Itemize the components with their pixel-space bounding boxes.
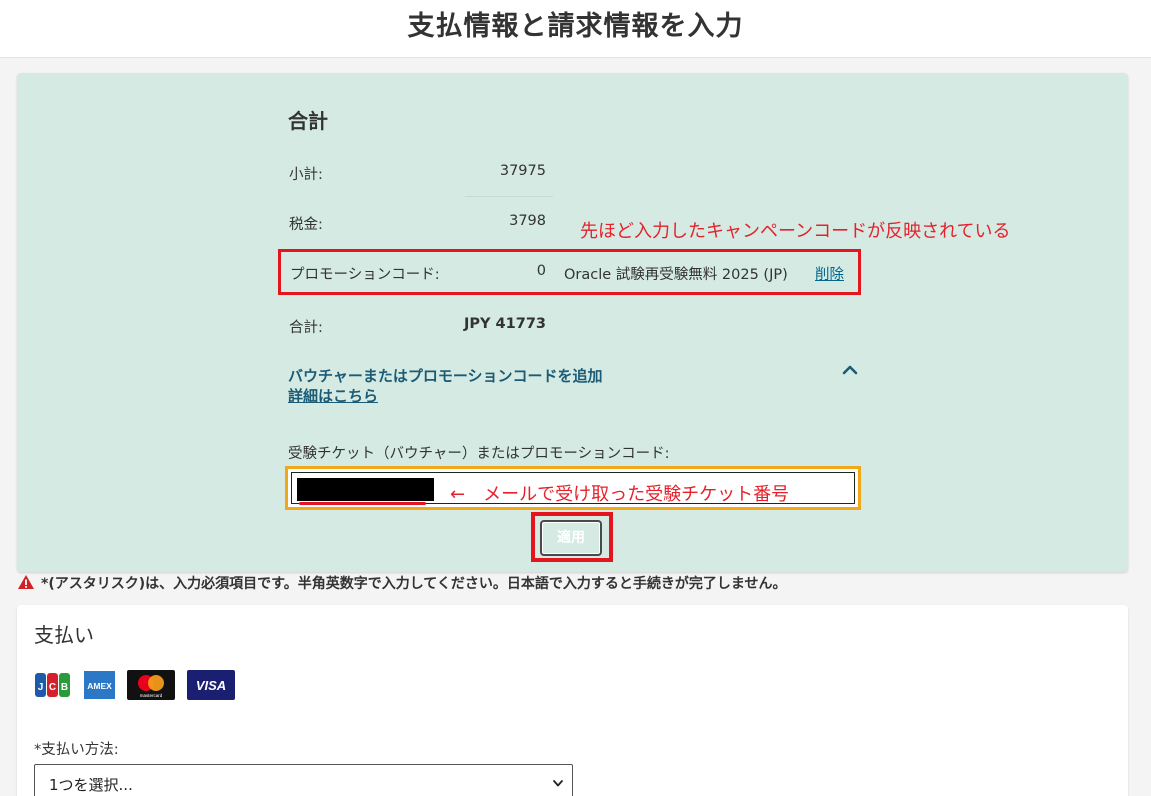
svg-text:J: J xyxy=(38,682,44,693)
tax-label: 税金: xyxy=(289,217,323,233)
page-title: 支払情報と請求情報を入力 xyxy=(407,11,744,42)
svg-text:VISA: VISA xyxy=(196,678,226,693)
required-notice-text: *(アスタリスク)は、入力必須項目です。半角英数字で入力してください。日本語で入… xyxy=(41,576,787,592)
redacted-code xyxy=(297,478,434,501)
code-annotation: ← メールで受け取った受験チケット番号 xyxy=(450,484,790,505)
payment-heading: 支払い xyxy=(34,623,94,647)
page-header: 支払情報と請求情報を入力 xyxy=(0,0,1151,58)
promo-remove-link[interactable]: 削除 xyxy=(815,263,844,284)
chevron-down-icon xyxy=(553,780,563,787)
subtotal-value: 37975 xyxy=(499,163,546,179)
divider xyxy=(465,196,553,197)
voucher-field-label: 受験チケット（バウチャー）またはプロモーションコード: xyxy=(288,446,670,462)
annotation-underline xyxy=(299,502,426,505)
subtotal-label: 小計: xyxy=(289,167,323,183)
svg-text:mastercard: mastercard xyxy=(140,693,163,698)
promo-value: 0 xyxy=(536,263,546,279)
promo-name: Oracle 試験再受験無料 2025 (JP) xyxy=(564,267,788,283)
apply-button[interactable]: 適用 xyxy=(540,520,602,556)
tax-value: 3798 xyxy=(509,213,546,229)
required-notice: *(アスタリスク)は、入力必須項目です。半角英数字で入力してください。日本語で入… xyxy=(17,573,786,593)
payment-panel: 支払い J C B AMEX mastercard VISA *支払い方法: 1… xyxy=(17,605,1128,796)
order-summary-panel: 合計 小計: 37975 税金: 3798 先ほど入力したキャンペーンコードが反… xyxy=(17,73,1128,572)
amex-card-icon: AMEX xyxy=(84,671,115,699)
payment-method-label: *支払い方法: xyxy=(34,742,119,758)
total-label: 合計: xyxy=(289,320,323,336)
voucher-code-input[interactable]: ← メールで受け取った受験チケット番号 xyxy=(291,472,855,505)
svg-text:C: C xyxy=(49,682,56,693)
warning-icon xyxy=(18,575,34,589)
total-value: JPY 41773 xyxy=(463,316,546,332)
voucher-details-link[interactable]: 詳細はこちら xyxy=(288,385,378,406)
mastercard-icon: mastercard xyxy=(127,670,175,700)
visa-card-icon: VISA xyxy=(187,670,235,700)
apply-highlight-box: 適用 xyxy=(531,512,613,562)
payment-method-select[interactable]: 1つを選択... xyxy=(34,764,573,796)
payment-method-selected: 1つを選択... xyxy=(49,776,133,794)
jcb-card-icon: J C B xyxy=(35,673,70,697)
promo-label: プロモーションコード: xyxy=(290,267,440,283)
summary-heading: 合計 xyxy=(288,109,328,133)
svg-text:B: B xyxy=(61,682,68,693)
promo-annotation: 先ほど入力したキャンペーンコードが反映されている xyxy=(580,221,1011,242)
voucher-input-highlight: ← メールで受け取った受験チケット番号 xyxy=(285,466,861,510)
chevron-up-icon[interactable] xyxy=(840,360,860,380)
voucher-toggle[interactable]: バウチャーまたはプロモーションコードを追加 xyxy=(288,365,603,386)
svg-text:AMEX: AMEX xyxy=(87,681,112,691)
